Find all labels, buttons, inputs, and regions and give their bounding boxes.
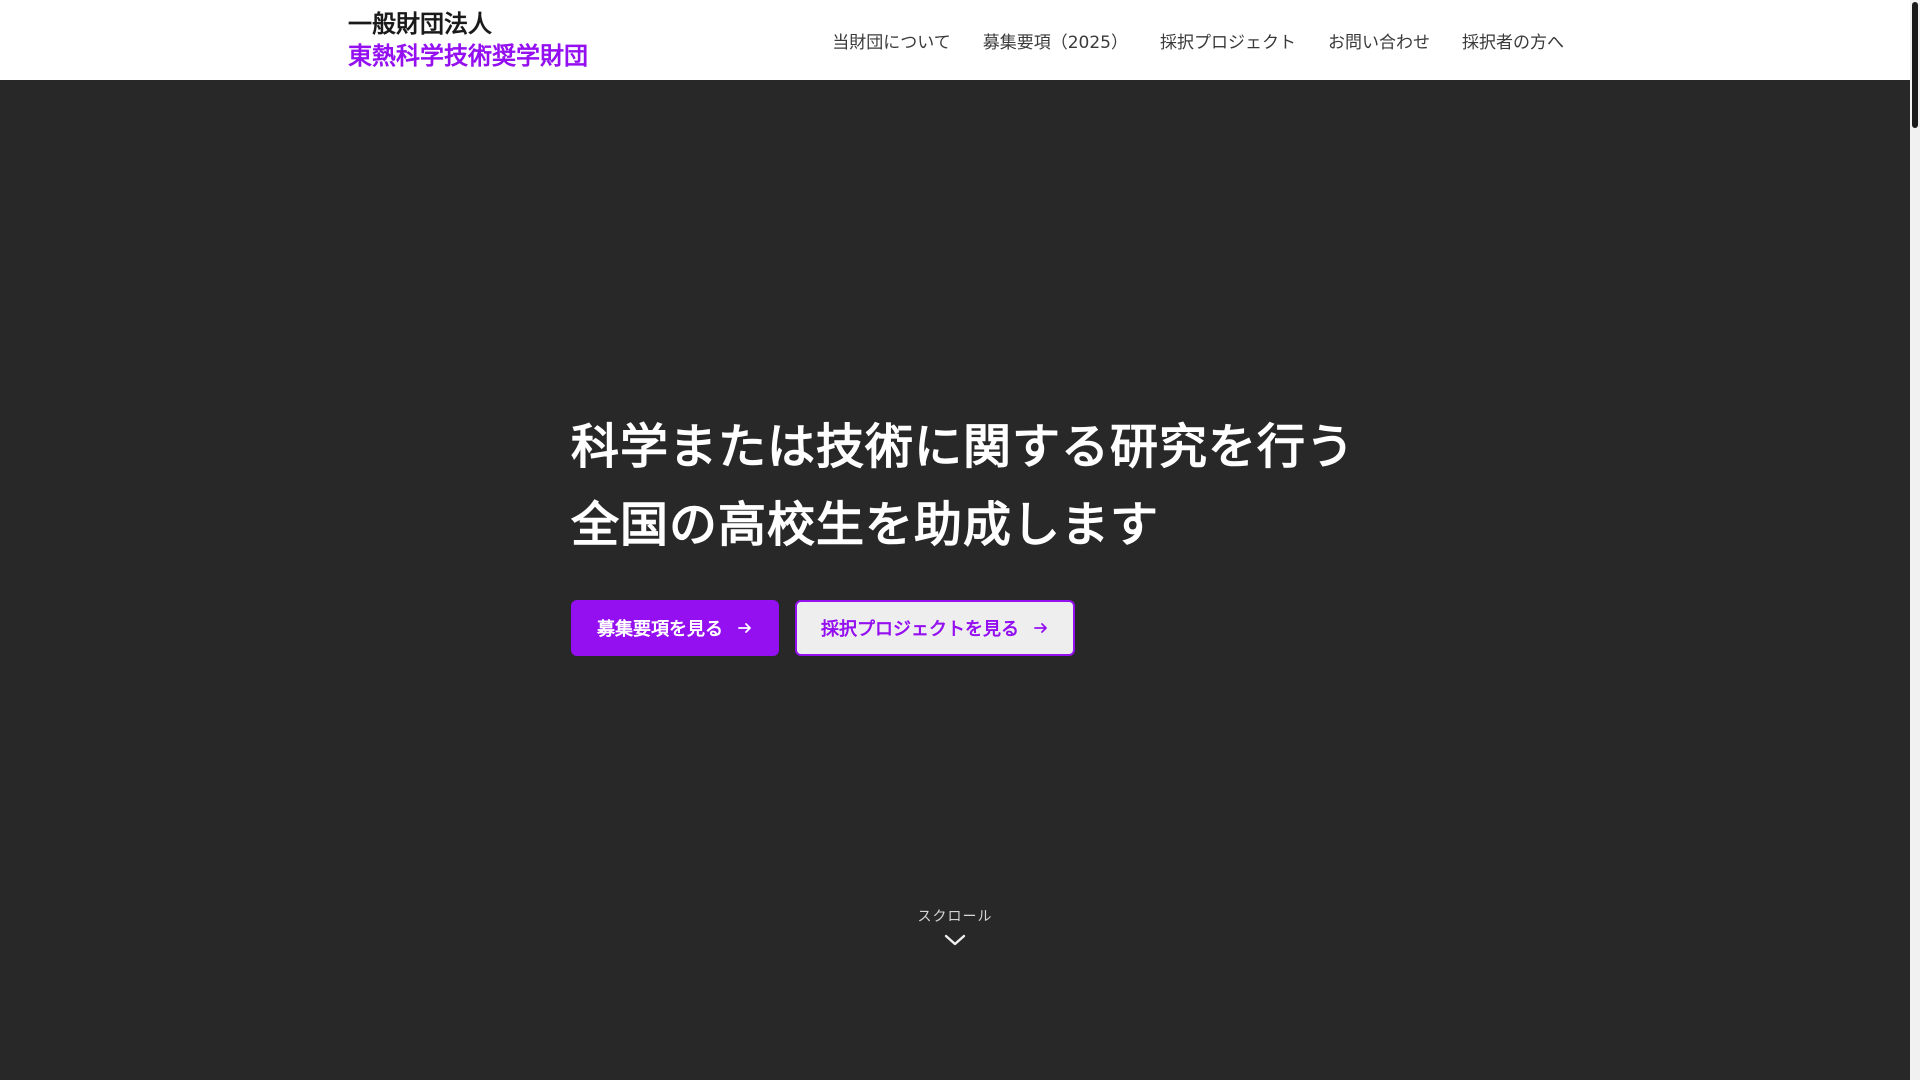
site-header: 一般財団法人 東熱科学技術奨学財団 当財団について 募集要項（2025） 採択プ… — [0, 0, 1910, 80]
page: 一般財団法人 東熱科学技術奨学財団 当財団について 募集要項（2025） 採択プ… — [0, 0, 1920, 1080]
hero-headline-line1: 科学または技術に関する研究を行う — [571, 419, 1356, 475]
nav-item-guidelines[interactable]: 募集要項（2025） — [983, 28, 1128, 53]
cta-buttons: 募集要項を見る 採択プロジェクトを見る — [571, 600, 1075, 656]
scroll-indicator[interactable]: スクロール — [910, 906, 1000, 951]
arrow-right-icon — [737, 620, 753, 636]
view-guidelines-button[interactable]: 募集要項を見る — [571, 600, 779, 656]
brand-line2: 東熱科学技術奨学財団 — [348, 42, 588, 70]
view-projects-button[interactable]: 採択プロジェクトを見る — [795, 600, 1075, 656]
arrow-right-icon — [1033, 620, 1049, 636]
nav-item-contact[interactable]: お問い合わせ — [1328, 28, 1430, 53]
hero-headline: 科学または技術に関する研究を行う 全国の高校生を助成します — [571, 408, 1355, 564]
view-projects-button-label: 採択プロジェクトを見る — [821, 619, 1019, 640]
main-nav: 当財団について 募集要項（2025） 採択プロジェクト お問い合わせ 採択者の方… — [832, 0, 1564, 80]
brand-line1: 一般財団法人 — [348, 10, 492, 38]
hero-headline-line2: 全国の高校生を助成します — [571, 497, 1160, 553]
view-guidelines-button-label: 募集要項を見る — [597, 619, 723, 640]
scroll-label: スクロール — [917, 909, 993, 925]
nav-item-about[interactable]: 当財団について — [832, 28, 951, 53]
hero-section: 科学または技術に関する研究を行う 全国の高校生を助成します 募集要項を見る 採択… — [0, 80, 1910, 1080]
chevron-down-icon — [910, 932, 1000, 951]
page-scrollbar[interactable] — [1910, 0, 1920, 1080]
nav-item-projects[interactable]: 採択プロジェクト — [1160, 28, 1296, 53]
site-logo[interactable]: 一般財団法人 東熱科学技術奨学財団 — [348, 8, 588, 72]
nav-item-for-grantees[interactable]: 採択者の方へ — [1462, 28, 1564, 53]
scrollbar-thumb[interactable] — [1912, 2, 1918, 128]
